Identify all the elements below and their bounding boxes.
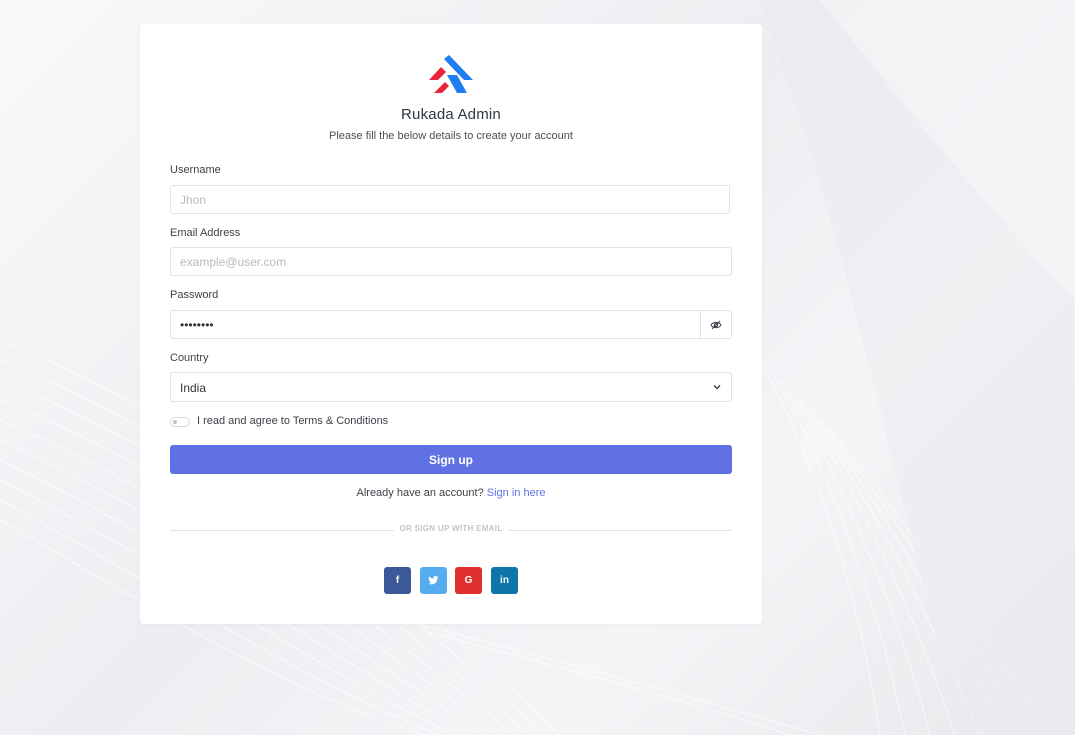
linkedin-button[interactable]: in xyxy=(491,567,518,594)
facebook-button[interactable]: f xyxy=(384,567,411,594)
terms-label: I read and agree to Terms & Conditions xyxy=(197,415,389,427)
email-label: Email Address xyxy=(170,227,241,239)
country-label: Country xyxy=(170,352,209,364)
twitter-icon xyxy=(428,576,439,585)
rukada-logo-icon xyxy=(429,55,473,93)
sign-in-link[interactable]: Sign in here xyxy=(487,487,546,499)
chevron-down-icon xyxy=(713,385,721,390)
facebook-icon: f xyxy=(395,575,400,586)
country-select[interactable]: India xyxy=(170,372,732,402)
signin-prompt: Already have an account? xyxy=(356,487,484,499)
form-subtitle: Please fill the below details to create … xyxy=(329,130,573,142)
country-select-value: India xyxy=(180,381,207,395)
signup-card: Rukada Admin Please fill the below detai… xyxy=(140,24,762,624)
sign-up-button[interactable]: Sign up xyxy=(170,445,732,474)
password-input[interactable] xyxy=(170,310,701,339)
divider: OR SIGN UP WITH EMAIL xyxy=(170,524,732,536)
password-label: Password xyxy=(170,289,219,301)
linkedin-icon: in xyxy=(500,575,509,586)
app-title: Rukada Admin xyxy=(401,106,501,123)
show-password-button[interactable] xyxy=(700,310,732,339)
google-icon: G xyxy=(464,575,473,586)
divider-text: OR SIGN UP WITH EMAIL xyxy=(170,524,732,533)
twitter-button[interactable] xyxy=(420,567,447,594)
eye-slash-icon xyxy=(710,320,722,329)
email-input[interactable] xyxy=(170,247,732,276)
google-button[interactable]: G xyxy=(455,567,482,594)
terms-toggle-knob xyxy=(173,420,177,424)
password-group xyxy=(170,310,732,339)
username-input[interactable] xyxy=(170,185,730,214)
signin-row: Already have an account? Sign in here xyxy=(170,487,732,499)
terms-toggle[interactable] xyxy=(170,417,190,427)
username-label: Username xyxy=(170,164,221,176)
